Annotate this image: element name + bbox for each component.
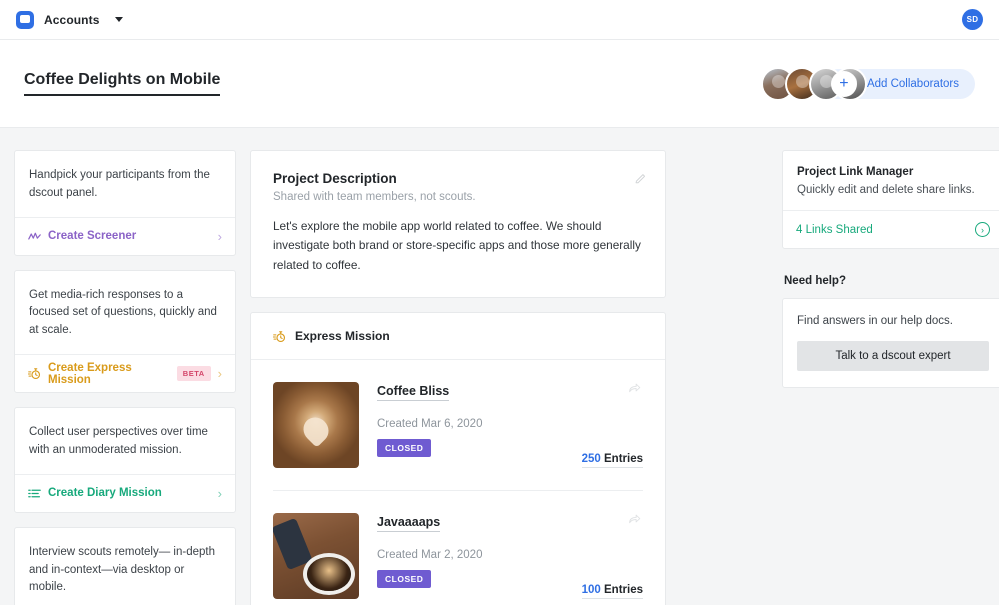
sidebar-card-live: Interview scouts remotely— in-depth and … — [14, 526, 236, 605]
express-mission-panel: Express Mission Coffee Bliss Created Mar… — [250, 312, 666, 605]
top-navigation-bar: Accounts SD — [0, 0, 999, 40]
brand-area[interactable]: Accounts — [16, 10, 124, 29]
mission-list: Coffee Bliss Created Mar 6, 2020 CLOSED … — [251, 360, 665, 605]
add-collaborators-button[interactable]: + Add Collaborators — [822, 68, 975, 99]
project-link-manager-card: Project Link Manager Quickly edit and de… — [782, 150, 999, 249]
status-badge: CLOSED — [377, 439, 432, 458]
screener-icon — [28, 232, 41, 240]
beta-badge: BETA — [176, 366, 211, 382]
sidebar-card-action-label: Create Express Mission — [48, 361, 132, 386]
sidebar-card-action-label: Create Screener — [48, 230, 137, 243]
create-screener-button[interactable]: Create Screener › — [15, 216, 235, 255]
mission-entries-label: Entries — [604, 453, 643, 466]
project-description-subtitle: Shared with team members, not scouts. — [273, 191, 476, 203]
sidebar-card-description: Collect user perspectives over time with… — [29, 426, 208, 456]
help-text: Find answers in our help docs. — [797, 315, 953, 327]
mission-entries[interactable]: 100 Entries — [581, 584, 643, 600]
project-description-panel: Project Description Shared with team mem… — [250, 150, 666, 299]
sidebar-card-description: Interview scouts remotely— in-depth and … — [29, 545, 215, 594]
project-description-title: Project Description — [273, 171, 397, 186]
links-shared-button[interactable]: 4 Links Shared › — [783, 210, 999, 248]
main-column: Project Description Shared with team mem… — [250, 150, 666, 605]
sidebar-card-express: Get media-rich responses to a focused se… — [14, 269, 236, 394]
chevron-right-icon: › — [217, 228, 222, 244]
mission-row[interactable]: Coffee Bliss Created Mar 6, 2020 CLOSED … — [273, 360, 643, 490]
chevron-right-icon: › — [217, 485, 222, 501]
create-diary-mission-button[interactable]: Create Diary Mission › — [15, 473, 235, 512]
right-sidebar: Project Link Manager Quickly edit and de… — [782, 150, 999, 388]
pencil-icon[interactable] — [634, 173, 647, 191]
express-mission-header: Express Mission — [251, 313, 665, 361]
mission-entries-count: 250 — [581, 453, 601, 466]
mission-entries[interactable]: 250 Entries — [581, 453, 643, 469]
status-badge: CLOSED — [377, 570, 432, 589]
link-manager-subtitle: Quickly edit and delete share links. — [797, 184, 975, 196]
links-shared-label: Links Shared — [805, 223, 873, 236]
mission-entries-count: 100 — [581, 584, 601, 597]
stopwatch-icon — [28, 368, 41, 380]
sidebar-card-action-label: Create Diary Mission — [48, 487, 162, 500]
link-manager-top: Project Link Manager Quickly edit and de… — [783, 151, 999, 210]
share-arrow-icon[interactable] — [628, 382, 641, 400]
add-collaborators-label: Add Collaborators — [866, 77, 959, 90]
express-mission-label: Express Mission — [295, 329, 390, 344]
create-express-mission-button[interactable]: Create Express Mission BETA › — [15, 354, 235, 392]
need-help-heading: Need help? — [784, 275, 846, 287]
chevron-right-icon: › — [217, 366, 222, 382]
help-card: Find answers in our help docs. Talk to a… — [782, 298, 999, 388]
dscout-logo-icon — [16, 10, 34, 29]
plus-icon[interactable]: + — [830, 70, 857, 97]
project-header: Coffee Delights on Mobile + Add Collabor… — [0, 40, 999, 128]
project-description-body: Let's explore the mobile app world relat… — [273, 219, 641, 272]
chevron-right-circle-icon[interactable]: › — [975, 222, 990, 237]
mission-name[interactable]: Coffee Bliss — [377, 384, 450, 402]
link-manager-title: Project Link Manager — [797, 166, 914, 178]
mission-row[interactable]: Javaaaaps Created Mar 2, 2020 CLOSED 100… — [273, 490, 643, 605]
sidebar-card-diary: Collect user perspectives over time with… — [14, 407, 236, 513]
top-nav-right: SD — [962, 9, 983, 30]
mission-thumbnail[interactable] — [273, 513, 359, 600]
mission-thumbnail[interactable] — [273, 382, 359, 469]
collaborators-area: + Add Collaborators — [760, 66, 975, 101]
links-shared-count: 4 — [796, 223, 803, 236]
list-icon — [28, 489, 41, 498]
mission-name[interactable]: Javaaaaps — [377, 515, 441, 533]
left-sidebar: Handpick your participants from the dsco… — [14, 150, 236, 605]
sidebar-card-description: Handpick your participants from the dsco… — [29, 169, 210, 199]
mission-entries-label: Entries — [604, 584, 643, 597]
page-content: Handpick your participants from the dsco… — [0, 128, 999, 605]
share-arrow-icon[interactable] — [628, 513, 641, 531]
accounts-label: Accounts — [44, 12, 100, 27]
stopwatch-icon — [273, 331, 286, 342]
sidebar-card-screener: Handpick your participants from the dsco… — [14, 150, 236, 256]
mission-created-date: Created Mar 2, 2020 — [377, 549, 483, 562]
mission-created-date: Created Mar 6, 2020 — [377, 418, 483, 431]
talk-to-expert-button[interactable]: Talk to a dscout expert — [797, 341, 989, 371]
sidebar-card-description: Get media-rich responses to a focused se… — [29, 288, 217, 337]
avatar[interactable]: SD — [962, 9, 983, 30]
chevron-down-icon[interactable] — [115, 17, 124, 22]
page-title: Coffee Delights on Mobile — [24, 71, 221, 96]
